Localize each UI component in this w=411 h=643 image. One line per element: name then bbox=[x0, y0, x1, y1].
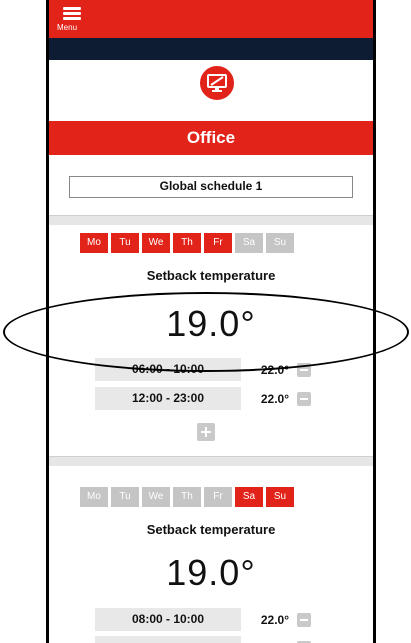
period-time[interactable] bbox=[95, 636, 241, 643]
remove-period-icon[interactable] bbox=[297, 391, 311, 406]
period-temp[interactable]: 22.0° bbox=[241, 392, 297, 406]
day-we[interactable]: We bbox=[142, 233, 170, 253]
day-th[interactable]: Th bbox=[173, 487, 201, 507]
day-su[interactable]: Su bbox=[266, 233, 294, 253]
period-row: 08:00 - 10:00 22.0° bbox=[95, 608, 311, 631]
day-fr[interactable]: Fr bbox=[204, 487, 232, 507]
section-divider bbox=[49, 456, 373, 466]
setback-title: Setback temperature bbox=[146, 268, 276, 283]
weekday-selector: Mo Tu We Th Fr Sa Su bbox=[80, 233, 294, 253]
day-mo[interactable]: Mo bbox=[80, 487, 108, 507]
remove-period-icon[interactable] bbox=[297, 612, 311, 627]
section-divider bbox=[49, 215, 373, 225]
day-th[interactable]: Th bbox=[173, 233, 201, 253]
monitor-icon bbox=[198, 64, 236, 102]
day-fr[interactable]: Fr bbox=[204, 233, 232, 253]
header-band bbox=[49, 38, 373, 60]
period-time[interactable]: 08:00 - 10:00 bbox=[95, 608, 241, 631]
menu-label: Menu bbox=[57, 23, 78, 32]
day-sa[interactable]: Sa bbox=[235, 487, 263, 507]
top-bar: Menu bbox=[49, 0, 373, 38]
period-row: 06:00 - 10:00 22.0° bbox=[95, 358, 311, 381]
day-tu[interactable]: Tu bbox=[111, 233, 139, 253]
remove-period-icon[interactable] bbox=[297, 362, 311, 377]
weekday-selector: Mo Tu We Th Fr Sa Su bbox=[80, 487, 294, 507]
period-time[interactable]: 12:00 - 23:00 bbox=[95, 387, 241, 410]
period-temp[interactable]: 22.0° bbox=[241, 363, 297, 377]
day-we[interactable]: We bbox=[142, 487, 170, 507]
add-period-icon[interactable] bbox=[197, 423, 215, 441]
menu-button[interactable]: Menu bbox=[57, 5, 97, 35]
period-time[interactable]: 06:00 - 10:00 bbox=[95, 358, 241, 381]
period-temp[interactable]: 22.0° bbox=[241, 613, 297, 627]
setback-title: Setback temperature bbox=[146, 522, 276, 537]
day-sa[interactable]: Sa bbox=[235, 233, 263, 253]
period-row bbox=[95, 636, 311, 643]
setback-temperature[interactable]: 19.0° bbox=[49, 303, 373, 345]
hamburger-icon bbox=[63, 7, 81, 21]
setback-temperature[interactable]: 19.0° bbox=[49, 552, 373, 594]
day-su[interactable]: Su bbox=[266, 487, 294, 507]
phone-screen: Menu Office Global schedule 1 Mo Tu We Th Fr… bbox=[46, 0, 376, 643]
day-mo[interactable]: Mo bbox=[80, 233, 108, 253]
period-row: 12:00 - 23:00 22.0° bbox=[95, 387, 311, 410]
schedule-selector[interactable]: Global schedule 1 bbox=[69, 176, 353, 198]
room-name: Office bbox=[186, 128, 236, 147]
day-tu[interactable]: Tu bbox=[111, 487, 139, 507]
